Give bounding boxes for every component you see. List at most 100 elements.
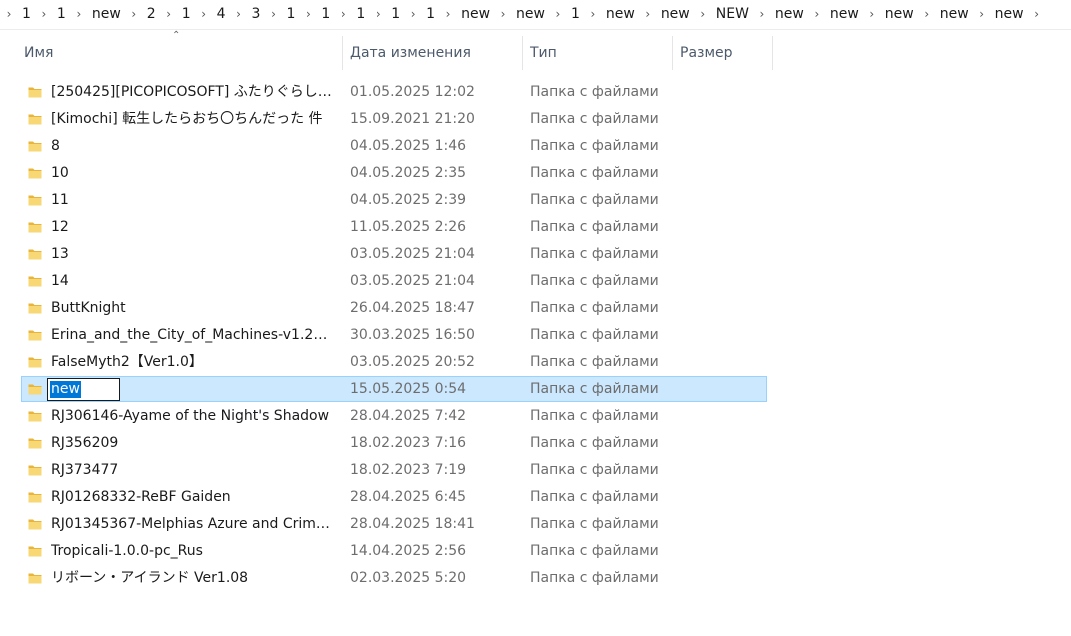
breadcrumb-item[interactable]: new <box>826 0 863 29</box>
breadcrumb-item[interactable]: new <box>512 0 549 29</box>
column-header-date[interactable]: Дата изменения <box>343 36 523 70</box>
file-type: Папка с файлами <box>530 300 659 316</box>
file-name[interactable]: 10 <box>51 160 336 187</box>
file-size <box>680 349 770 376</box>
column-header-name[interactable]: Имя <box>0 36 343 70</box>
file-name[interactable]: リボーン・アイランド Ver1.08 <box>51 565 336 592</box>
file-size <box>680 538 770 565</box>
chevron-right-icon[interactable]: › <box>160 0 178 29</box>
file-row[interactable]: 10 04.05.2025 2:35 Папка с файлами <box>0 160 1071 187</box>
chevron-right-icon[interactable]: › <box>369 0 387 29</box>
breadcrumb-item[interactable]: 2 <box>143 0 160 29</box>
chevron-right-icon[interactable]: › <box>549 0 567 29</box>
breadcrumb-item[interactable]: 1 <box>282 0 299 29</box>
folder-icon <box>28 301 42 315</box>
file-name[interactable]: RJ306146-Ayame of the Night's Shadow <box>51 403 336 430</box>
chevron-right-icon[interactable]: › <box>299 0 317 29</box>
chevron-right-icon[interactable]: › <box>639 0 657 29</box>
chevron-right-icon[interactable]: › <box>195 0 213 29</box>
file-row[interactable]: ButtKnight 26.04.2025 18:47 Папка с файлам… <box>0 295 1071 322</box>
file-row[interactable]: 11 04.05.2025 2:39 Папка с файлами <box>0 187 1071 214</box>
breadcrumb-item[interactable]: 1 <box>317 0 334 29</box>
breadcrumb-item[interactable]: new <box>457 0 494 29</box>
breadcrumb-item[interactable]: new <box>88 0 125 29</box>
file-row[interactable]: RJ01345367-Melphias Azure and Crimson...… <box>0 511 1071 538</box>
column-header-name-label: Имя <box>24 45 54 61</box>
breadcrumb-item[interactable]: new <box>991 0 1028 29</box>
file-name[interactable]: Tropicali-1.0.0-pc_Rus <box>51 538 336 565</box>
chevron-right-icon[interactable]: › <box>230 0 248 29</box>
breadcrumb-item[interactable]: 1 <box>387 0 404 29</box>
chevron-right-icon[interactable]: › <box>694 0 712 29</box>
file-row[interactable]: リボーン・アイランド Ver1.08 02.03.2025 5:20 Папка с… <box>0 565 1071 592</box>
file-row[interactable]: 13 03.05.2025 21:04 Папка с файлами <box>0 241 1071 268</box>
breadcrumb-item[interactable]: 3 <box>248 0 265 29</box>
file-name[interactable]: RJ01345367-Melphias Azure and Crimson... <box>51 511 336 538</box>
chevron-right-icon[interactable]: › <box>753 0 771 29</box>
breadcrumb-item[interactable]: new <box>936 0 973 29</box>
column-header-type[interactable]: Тип <box>523 36 673 70</box>
chevron-right-icon[interactable]: › <box>863 0 881 29</box>
file-row[interactable]: FalseMyth2【Ver1.0】 03.05.2025 20:52 Папка … <box>0 349 1071 376</box>
file-name[interactable]: 13 <box>51 241 336 268</box>
file-name[interactable]: RJ373477 <box>51 457 336 484</box>
file-date-modified: 28.04.2025 18:41 <box>350 516 475 532</box>
chevron-right-icon[interactable]: › <box>70 0 88 29</box>
breadcrumb-item[interactable]: 1 <box>53 0 70 29</box>
breadcrumb-item[interactable]: 1 <box>567 0 584 29</box>
file-name[interactable]: 11 <box>51 187 336 214</box>
chevron-right-icon[interactable]: › <box>439 0 457 29</box>
breadcrumb-item[interactable]: 1 <box>352 0 369 29</box>
file-row[interactable]: 14 03.05.2025 21:04 Папка с файлами <box>0 268 1071 295</box>
file-name[interactable]: Erina_and_the_City_of_Machines-v1.21-Eng <box>51 322 336 349</box>
breadcrumb-item[interactable]: 1 <box>422 0 439 29</box>
file-name[interactable]: 12 <box>51 214 336 241</box>
chevron-right-icon[interactable]: › <box>584 0 602 29</box>
file-name[interactable]: FalseMyth2【Ver1.0】 <box>51 349 336 376</box>
column-header-size[interactable]: Размер <box>673 36 773 70</box>
file-name[interactable]: RJ01268332-ReBF Gaiden <box>51 484 336 511</box>
file-date-modified: 26.04.2025 18:47 <box>350 300 475 316</box>
breadcrumb-item[interactable]: 1 <box>18 0 35 29</box>
file-name[interactable]: 8 <box>51 133 336 160</box>
file-row[interactable]: RJ01268332-ReBF Gaiden 28.04.2025 6:45 Пап… <box>0 484 1071 511</box>
chevron-right-icon[interactable]: › <box>404 0 422 29</box>
breadcrumb-item[interactable]: 4 <box>213 0 230 29</box>
file-size <box>680 565 770 592</box>
breadcrumb-item[interactable]: NEW <box>712 0 753 29</box>
file-name[interactable]: ButtKnight <box>51 295 336 322</box>
breadcrumb-item[interactable]: new <box>881 0 918 29</box>
chevron-right-icon[interactable]: › <box>125 0 143 29</box>
file-row[interactable]: Erina_and_the_City_of_Machines-v1.21-Eng… <box>0 322 1071 349</box>
breadcrumb-item[interactable]: new <box>602 0 639 29</box>
file-row[interactable]: Tropicali-1.0.0-pc_Rus 14.04.2025 2:56 Пап… <box>0 538 1071 565</box>
file-row[interactable]: 8 04.05.2025 1:46 Папка с файлами <box>0 133 1071 160</box>
chevron-right-icon[interactable]: › <box>918 0 936 29</box>
chevron-right-icon[interactable]: › <box>334 0 352 29</box>
chevron-right-icon[interactable]: › <box>808 0 826 29</box>
file-row[interactable]: 12 11.05.2025 2:26 Папка с файлами <box>0 214 1071 241</box>
breadcrumb: › 1 › 1 › new › 2 › 1 › 4 › 3 › 1 › 1 › 1 › 1 › 1 › new › new › 1 › new… <box>0 0 1071 30</box>
file-row[interactable]: new 15.05.2025 0:54 Папка с файлами <box>0 376 1071 403</box>
file-row[interactable]: RJ356209 18.02.2023 7:16 Папка с файлами <box>0 430 1071 457</box>
breadcrumb-item[interactable]: new <box>771 0 808 29</box>
chevron-right-icon[interactable]: › <box>35 0 53 29</box>
file-date-modified: 04.05.2025 2:39 <box>350 192 467 208</box>
chevron-right-icon[interactable]: › <box>264 0 282 29</box>
chevron-right-icon[interactable]: › <box>1028 0 1046 29</box>
breadcrumb-item[interactable]: new <box>657 0 694 29</box>
file-name[interactable]: [Kimochi] 転生したらおち〇ちんだった 件 <box>51 106 336 133</box>
rename-input[interactable]: new <box>47 378 120 401</box>
chevron-right-icon[interactable]: › <box>494 0 512 29</box>
file-row[interactable]: RJ306146-Ayame of the Night's Shadow 28.0… <box>0 403 1071 430</box>
chevron-right-icon[interactable]: › <box>973 0 991 29</box>
file-row[interactable]: [Kimochi] 転生したらおち〇ちんだった 件 15.09.2021 21:2… <box>0 106 1071 133</box>
file-row[interactable]: [250425][PICOPICOSOFT] ふたりぐらし Ver1.... 01… <box>0 79 1071 106</box>
file-name[interactable]: RJ356209 <box>51 430 336 457</box>
file-name[interactable]: [250425][PICOPICOSOFT] ふたりぐらし Ver1.... <box>51 79 336 106</box>
file-size <box>680 430 770 457</box>
file-row[interactable]: RJ373477 18.02.2023 7:19 Папка с файлами <box>0 457 1071 484</box>
chevron-right-icon[interactable]: › <box>0 0 18 29</box>
breadcrumb-item[interactable]: 1 <box>178 0 195 29</box>
file-name[interactable]: 14 <box>51 268 336 295</box>
